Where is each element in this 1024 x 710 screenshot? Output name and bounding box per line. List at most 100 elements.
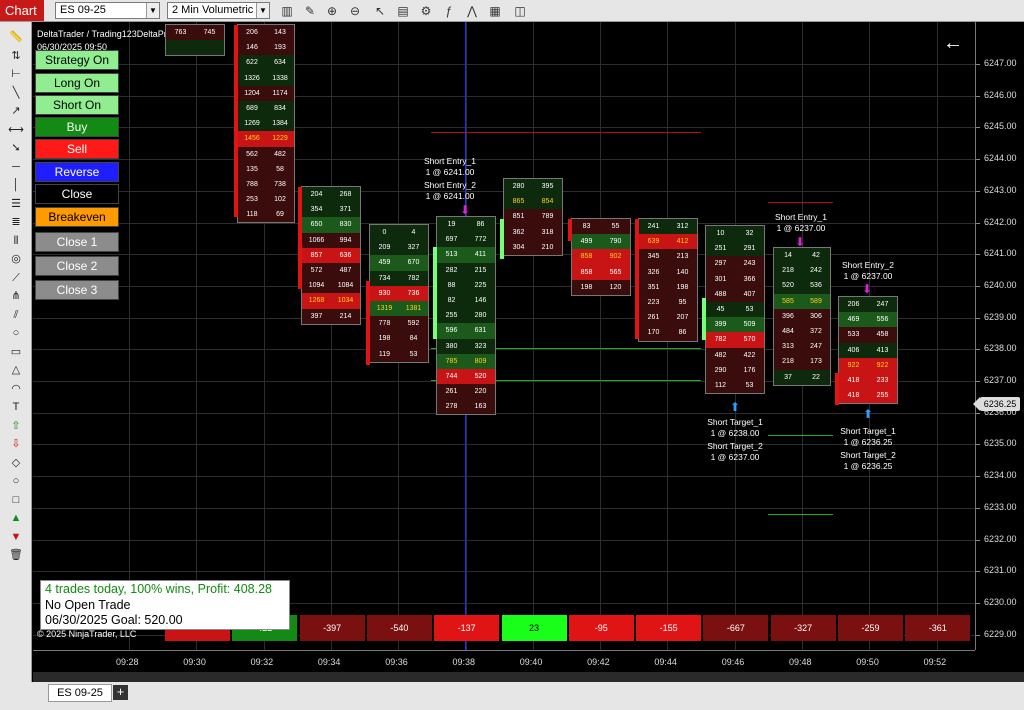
- close-3-button[interactable]: Close 3: [35, 280, 119, 300]
- cursor-icon[interactable]: ↖: [372, 3, 388, 19]
- footprint-bar: 19 86 697 772 513 411 282 215 88 225 82 146 255 280 59…: [433, 216, 496, 416]
- grid-line-h: [33, 64, 975, 65]
- line-icon[interactable]: ╲: [8, 86, 24, 100]
- ask-volume: 306: [810, 312, 822, 320]
- extended-line-icon[interactable]: ⟷: [8, 123, 24, 137]
- tab-es-09-25[interactable]: ES 09-25: [48, 684, 112, 702]
- ray-icon[interactable]: ↗: [8, 104, 24, 118]
- time-label: 09:32: [250, 657, 274, 667]
- ask-volume: 55: [611, 223, 620, 231]
- instrument-selector[interactable]: ES 09-25 ▼: [55, 2, 160, 19]
- back-arrow-icon[interactable]: ←: [943, 32, 963, 55]
- buy-button[interactable]: Buy: [35, 117, 119, 137]
- short-entry-arrow-icon: ⬇: [795, 235, 806, 249]
- bid-volume: 585: [782, 297, 794, 305]
- andrews-pitchfork-icon[interactable]: ⋔: [8, 289, 24, 303]
- top-toolbar: Chart ES 09-25 ▼ 2 Min Volumetric ▼ ▥ ✎ …: [0, 0, 1024, 22]
- short-on-button[interactable]: Short On: [35, 95, 119, 115]
- strategy-on-button[interactable]: Strategy On: [35, 50, 119, 70]
- chart-plot-area[interactable]: DeltaTrader / Trading123DeltaPro 06/30/2…: [33, 22, 975, 650]
- text-icon[interactable]: T: [8, 400, 24, 414]
- footprint-row: 418 233: [839, 372, 897, 389]
- time-axis[interactable]: 09:28 09:30 09:32 09:34 09:36 09:38 09:40 09:42…: [33, 650, 975, 672]
- triangle-down-icon[interactable]: ▼: [8, 530, 24, 544]
- trash-icon[interactable]: 🗑: [8, 548, 24, 562]
- price-tick: [976, 602, 980, 604]
- square-icon[interactable]: □: [8, 493, 24, 507]
- fib-timezone-icon[interactable]: ⦀: [8, 234, 24, 248]
- price-marker-icon[interactable]: ⊢: [8, 67, 24, 81]
- vertical-line-icon[interactable]: │: [8, 178, 24, 192]
- risk-reward-icon[interactable]: ⇅: [8, 49, 24, 63]
- zoom-in-icon[interactable]: ⊕: [324, 3, 340, 19]
- drawing-tools-sidebar: 📏 ⇅ ⊢ ╲ ↗ ⟷ ➘ ─ │ ☰ ≣ ⦀ ◎ ⟋ ⋔ ⫽ ○ ▭ △ ◠ T ⇧ ⇩ ◇ ○ □ ▲ ▼ 🗑: [0, 22, 32, 682]
- bid-volume: 290: [714, 366, 727, 374]
- grid-line-h: [33, 285, 975, 287]
- bid-volume: 744: [445, 372, 458, 380]
- fib-circle-icon[interactable]: ◎: [8, 252, 24, 266]
- close-2-button[interactable]: Close 2: [35, 256, 119, 276]
- rectangle-icon[interactable]: ▭: [8, 345, 24, 359]
- ask-volume: 140: [676, 268, 689, 276]
- footprint-row: 218 173: [774, 354, 830, 370]
- properties-icon[interactable]: ▤: [395, 3, 411, 19]
- gann-fan-icon[interactable]: ⟋: [8, 271, 24, 285]
- snapshot-icon[interactable]: ◫: [512, 3, 528, 19]
- bid-volume: 697: [445, 236, 458, 244]
- bid-volume: 763: [174, 29, 187, 37]
- price-tick: [976, 634, 980, 636]
- data-box-icon[interactable]: ▦: [487, 3, 503, 19]
- bid-volume: 380: [445, 342, 458, 350]
- ask-volume: 22: [812, 373, 820, 381]
- bars-type-icon[interactable]: ▥: [279, 3, 295, 19]
- chart-window-tab[interactable]: Chart: [0, 0, 44, 21]
- bid-volume: 241: [647, 223, 660, 231]
- breakeven-button[interactable]: Breakeven: [35, 207, 119, 227]
- zoom-out-icon[interactable]: ⊖: [347, 3, 363, 19]
- regression-channel-icon[interactable]: ⫽: [8, 308, 24, 322]
- ask-volume: 247: [876, 301, 889, 309]
- time-label: 09:34: [317, 657, 341, 667]
- arrow-up-icon[interactable]: ⇧: [8, 419, 24, 433]
- interval-selector[interactable]: 2 Min Volumetric ▼: [167, 2, 270, 19]
- time-label: 09:40: [519, 657, 543, 667]
- arrow-line-icon[interactable]: ➘: [8, 141, 24, 155]
- sell-button[interactable]: Sell: [35, 139, 119, 159]
- long-on-button[interactable]: Long On: [35, 73, 119, 93]
- bid-volume: 572: [310, 267, 323, 275]
- delta-cell: -327: [770, 615, 837, 641]
- bid-volume: 218: [782, 267, 794, 275]
- arc-icon[interactable]: ◠: [8, 382, 24, 396]
- ellipse-icon[interactable]: ○: [8, 326, 24, 340]
- close-1-button[interactable]: Close 1: [35, 232, 119, 252]
- arrow-down-icon[interactable]: ⇩: [8, 437, 24, 451]
- add-tab-icon[interactable]: +: [113, 685, 128, 700]
- ask-volume: 772: [474, 236, 487, 244]
- diamond-icon[interactable]: ◇: [8, 456, 24, 470]
- horizontal-scrollbar[interactable]: [33, 672, 1024, 682]
- ruler-icon[interactable]: 📏: [8, 30, 24, 44]
- strategy-icon[interactable]: ⚙: [418, 3, 434, 19]
- triangle-up-icon[interactable]: ▲: [8, 511, 24, 525]
- dot-icon[interactable]: ○: [8, 474, 24, 488]
- fib-retracement-icon[interactable]: ☰: [8, 197, 24, 211]
- indicator-icon[interactable]: ƒ: [441, 3, 457, 19]
- footprint-row: 261 220: [437, 384, 495, 400]
- time-label: 09:28: [116, 657, 139, 667]
- bid-volume: 0: [382, 229, 387, 237]
- footprint-row: 1066 994: [302, 232, 360, 248]
- grid-line-v: [600, 22, 602, 650]
- footprint-row: 397 214: [302, 308, 360, 324]
- grid-line-v: [532, 22, 534, 650]
- triangle-icon[interactable]: △: [8, 363, 24, 377]
- close-button[interactable]: Close: [35, 184, 119, 204]
- fib-extension-icon[interactable]: ≣: [8, 215, 24, 229]
- ask-volume: 407: [743, 290, 756, 298]
- pencil-icon[interactable]: ✎: [302, 3, 318, 19]
- price-axis[interactable]: 6247.00 6246.00 6245.00 6244.00 6243.00 6242.…: [975, 22, 1024, 650]
- footprint-row: 499 790: [572, 234, 630, 250]
- chart-trader-icon[interactable]: ⋀: [464, 3, 480, 19]
- reverse-button[interactable]: Reverse: [35, 162, 119, 182]
- horizontal-line-icon[interactable]: ─: [8, 160, 24, 174]
- footprint-row: 763 745: [166, 25, 224, 41]
